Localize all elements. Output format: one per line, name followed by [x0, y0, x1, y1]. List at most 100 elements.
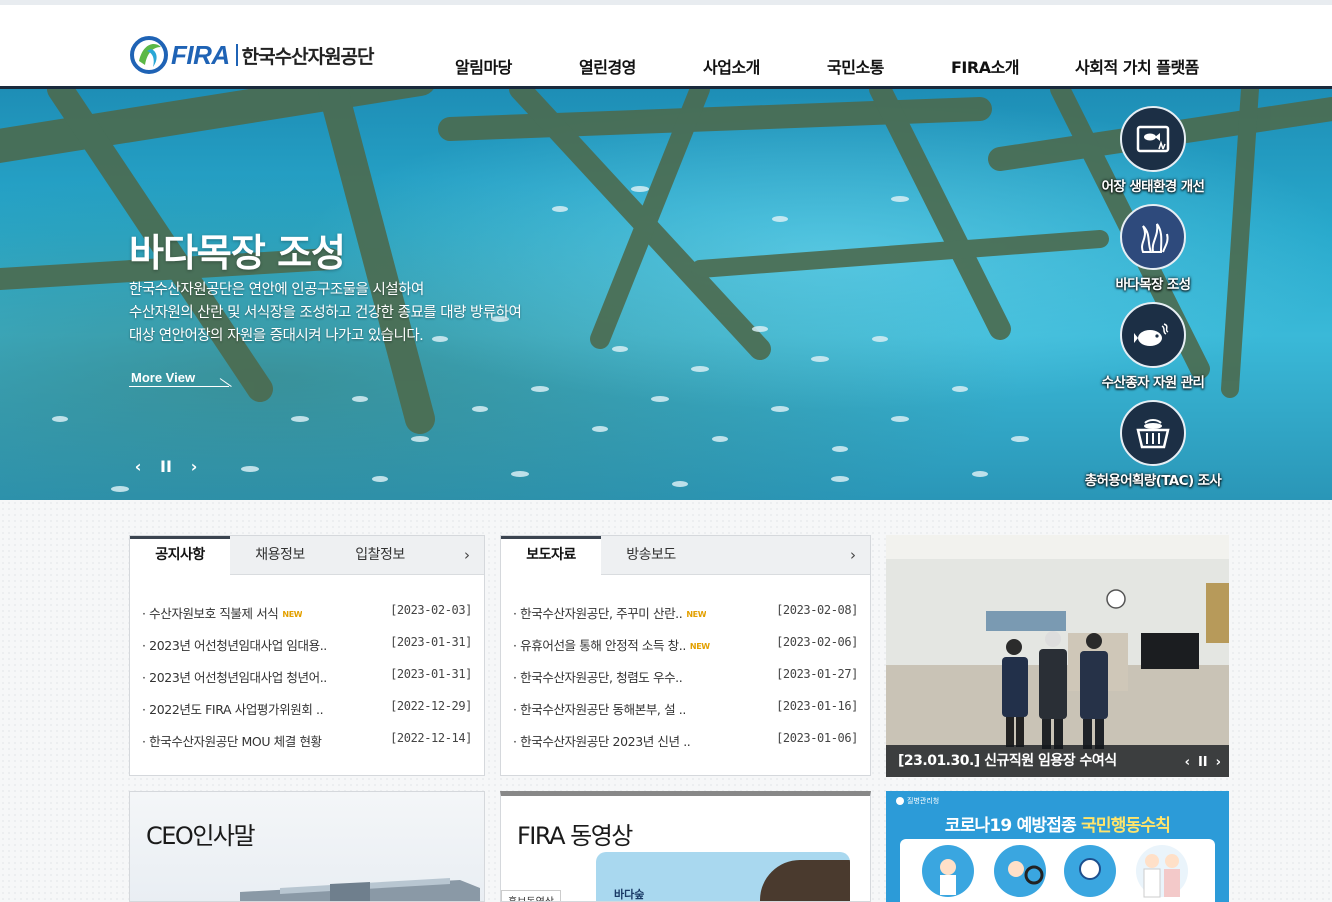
hero-desc-line: 대상 연안어장의 자원을 증대시켜 나가고 있습니다.: [129, 328, 424, 344]
list-item-date: [2023-02-03]: [390, 603, 472, 617]
quick-menu-label: 총허용어획량(TAC) 조사: [1084, 473, 1222, 489]
notice-board: 공지사항 채용정보 입찰정보 › 수산자원보호 직불제 서식NEW [2023-0…: [129, 535, 485, 776]
list-item-title: 수산자원보호 직불제 서식: [149, 606, 279, 621]
quick-menu-sea-ranch[interactable]: 바다목장 조성: [1078, 204, 1228, 293]
quick-menu-tac[interactable]: 총허용어획량(TAC) 조사: [1078, 400, 1228, 489]
ceo-greeting-card[interactable]: CEO인사말: [129, 791, 485, 902]
list-item-title: 한국수산자원공단, 청렴도 우수..: [513, 667, 682, 699]
list-item-date: [2022-12-14]: [390, 731, 472, 745]
quick-menu-label: 어장 생태환경 개선: [1101, 179, 1205, 195]
nav-item-business[interactable]: 사업소개: [703, 54, 760, 78]
fish-seed-icon: [1120, 302, 1186, 368]
list-item-title: 2023년 어선청년임대사업 임대용..: [142, 635, 327, 667]
nav-item-communication[interactable]: 국민소통: [827, 54, 884, 78]
covid-org-label: 질병관리청: [907, 797, 940, 805]
press-board: 보도자료 방송보도 › 한국수산자원공단, 주꾸미 산란..NEW[2023-0…: [500, 535, 871, 776]
covid-title-b: 국민행동수칙: [1081, 816, 1171, 836]
hero-description: 한국수산자원공단은 연안에 인공구조물을 시설하여 수산자원의 산란 및 서식장…: [129, 279, 522, 348]
fish-ecosystem-icon: [1120, 106, 1186, 172]
new-badge: NEW: [686, 610, 707, 619]
main-content: 공지사항 채용정보 입찰정보 › 수산자원보호 직불제 서식NEW[2023-0…: [0, 500, 1332, 902]
more-view-underline: [129, 386, 229, 387]
list-item[interactable]: 한국수산자원공단, 주꾸미 산란..NEW [2023-02-08]: [513, 603, 858, 635]
tab-recruit[interactable]: 채용정보: [230, 536, 330, 574]
quick-menu-fish-seed[interactable]: 수산종자 자원 관리: [1078, 302, 1228, 391]
hero-title: 바다목장 조성: [129, 231, 346, 275]
main-nav: 알림마당 열린경영 사업소개 국민소통 FIRA소개 사회적 가치 플랫폼: [0, 54, 1332, 78]
press-list: 한국수산자원공단, 주꾸미 산란..NEW[2023-02-08] 유휴어선을 …: [501, 575, 870, 763]
video-card-title: FIRA 동영상: [517, 822, 633, 850]
covid-illustrations: [922, 845, 1188, 898]
pause-photo-icon[interactable]: II: [1198, 755, 1208, 770]
photo-slider-controls: ‹ II ›: [1185, 755, 1221, 770]
next-photo-icon[interactable]: ›: [1216, 755, 1221, 770]
tab-bid[interactable]: 입찰정보: [330, 536, 430, 574]
list-item[interactable]: 한국수산자원공단, 청렴도 우수.. [2023-01-27]: [513, 667, 858, 699]
covid-title: 코로나19 예방접종 국민행동수칙: [886, 811, 1229, 836]
more-view-link[interactable]: More View: [131, 370, 195, 385]
list-item[interactable]: 한국수산자원공단 2023년 신년 .. [2023-01-06]: [513, 731, 858, 763]
list-item-date: [2023-02-08]: [776, 603, 858, 617]
quick-menu-label: 바다목장 조성: [1115, 277, 1191, 293]
nav-item-about-fira[interactable]: FIRA소개: [951, 54, 1020, 78]
hero-desc-line: 한국수산자원공단은 연안에 인공구조물을 시설하여: [129, 282, 424, 298]
list-item-date: [2023-01-16]: [776, 699, 858, 713]
pause-slide-icon[interactable]: II: [159, 457, 173, 476]
prev-slide-icon[interactable]: ‹: [131, 457, 145, 476]
covid-guide-box: [900, 839, 1215, 902]
nav-item-open-management[interactable]: 열린경영: [579, 54, 636, 78]
covid-banner[interactable]: 질병관리청 코로나19 예방접종 국민행동수칙: [886, 791, 1229, 902]
list-item[interactable]: 2023년 어선청년임대사업 임대용.. [2023-01-31]: [142, 635, 472, 667]
ceremony-photo: [886, 535, 1229, 777]
fish-basket-icon: [1120, 400, 1186, 466]
video-tag: 홍보동영상: [501, 890, 561, 901]
nav-item-notice[interactable]: 알림마당: [455, 54, 512, 78]
video-thumb-text: 바다숲: [614, 888, 645, 901]
photo-news[interactable]: [23.01.30.] 신규직원 임용장 수여식 ‹ II ›: [886, 535, 1229, 777]
list-item-title: 한국수산자원공단 동해본부, 설 ..: [513, 699, 686, 731]
list-item-date: [2023-01-31]: [390, 667, 472, 681]
list-item-date: [2023-01-31]: [390, 635, 472, 649]
site-header: FIRA 한국수산자원공단 알림마당 열린경영 사업소개 국민소통 FIRA소개…: [0, 5, 1332, 89]
list-item-title: 유휴어선을 통해 안정적 소득 창..: [520, 638, 686, 653]
gov-emblem-icon: [896, 797, 904, 805]
seaweed-icon: [1120, 204, 1186, 270]
next-slide-icon[interactable]: ›: [187, 457, 201, 476]
list-item-title: 한국수산자원공단 MOU 체결 현황: [142, 731, 322, 763]
press-tabs: 보도자료 방송보도 ›: [501, 536, 870, 575]
list-item[interactable]: 유휴어선을 통해 안정적 소득 창..NEW [2023-02-06]: [513, 635, 858, 667]
list-item[interactable]: 수산자원보호 직불제 서식NEW [2023-02-03]: [142, 603, 472, 635]
list-item-date: [2023-01-06]: [776, 731, 858, 745]
quick-menu-label: 수산종자 자원 관리: [1101, 375, 1205, 391]
tab-press-release[interactable]: 보도자료: [501, 536, 601, 575]
quick-menu-ecosystem[interactable]: 어장 생태환경 개선: [1078, 106, 1228, 195]
hero-slider-controls: ‹ II ›: [131, 457, 201, 476]
list-item[interactable]: 한국수산자원공단 MOU 체결 현황 [2022-12-14]: [142, 731, 472, 763]
list-item-date: [2023-01-27]: [776, 667, 858, 681]
notice-more-icon[interactable]: ›: [464, 546, 470, 564]
list-item[interactable]: 2022년도 FIRA 사업평가위원회 .. [2022-12-29]: [142, 699, 472, 731]
list-item-title: 2023년 어선청년임대사업 청년어..: [142, 667, 327, 699]
list-item[interactable]: 한국수산자원공단 동해본부, 설 .. [2023-01-16]: [513, 699, 858, 731]
ceo-card-title: CEO인사말: [146, 822, 256, 850]
list-item-date: [2023-02-06]: [776, 635, 858, 649]
tab-broadcast[interactable]: 방송보도: [601, 536, 701, 574]
list-item-title: 2022년도 FIRA 사업평가위원회 ..: [142, 699, 323, 731]
covid-org: 질병관리청: [896, 796, 939, 806]
hero-banner: 바다목장 조성 한국수산자원공단은 연안에 인공구조물을 시설하여 수산자원의 …: [0, 89, 1332, 500]
reef-rock-image: [760, 860, 850, 901]
list-item-title: 한국수산자원공단, 주꾸미 산란..: [520, 606, 683, 621]
fira-video-card[interactable]: FIRA 동영상 바다숲 홍보동영상: [500, 791, 871, 902]
press-more-icon[interactable]: ›: [850, 546, 856, 564]
photo-caption: [23.01.30.] 신규직원 임용장 수여식: [886, 745, 1229, 777]
prev-photo-icon[interactable]: ‹: [1185, 755, 1190, 770]
new-badge: NEW: [689, 642, 710, 651]
covid-title-a: 코로나19 예방접종: [944, 816, 1077, 836]
video-thumbnail[interactable]: 바다숲: [596, 852, 850, 901]
hero-desc-line: 수산자원의 산란 및 서식장을 조성하고 건강한 종묘를 대량 방류하여: [129, 305, 522, 321]
nav-item-social-value[interactable]: 사회적 가치 플랫폼: [1075, 54, 1199, 78]
notice-tabs: 공지사항 채용정보 입찰정보 ›: [130, 536, 484, 575]
tab-notice[interactable]: 공지사항: [130, 536, 230, 575]
notice-list: 수산자원보호 직불제 서식NEW [2023-02-03] 2023년 어선청년임…: [130, 575, 484, 763]
list-item[interactable]: 2023년 어선청년임대사업 청년어.. [2023-01-31]: [142, 667, 472, 699]
